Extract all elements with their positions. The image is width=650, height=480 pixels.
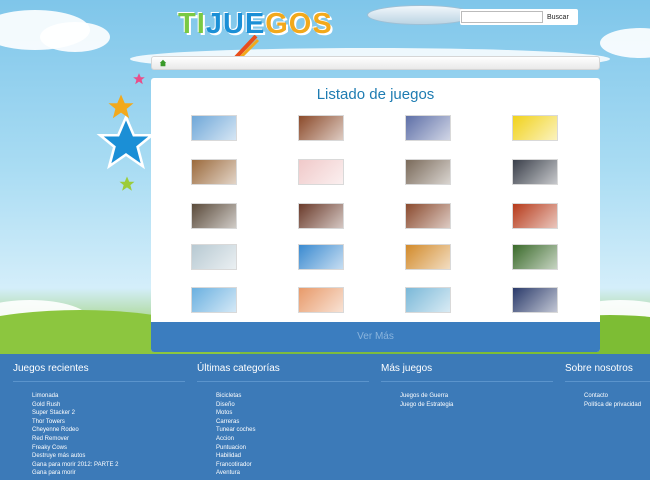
game-thumbnail[interactable] [405, 287, 451, 313]
game-thumbnail[interactable] [405, 203, 451, 229]
breadcrumb-bar [151, 56, 600, 70]
game-thumbnail[interactable] [191, 159, 237, 185]
game-thumbnail[interactable] [405, 159, 451, 185]
game-thumbnail[interactable] [191, 287, 237, 313]
footer-link[interactable]: Aventura [216, 469, 369, 478]
footer-link[interactable]: Contacto [584, 392, 650, 401]
search-box: Buscar [460, 9, 578, 25]
footer-link[interactable]: Diseño [216, 401, 369, 410]
footer-heading: Últimas categorías [197, 354, 369, 382]
star-decoration-icon [133, 73, 145, 85]
games-grid [191, 115, 561, 315]
footer-link[interactable]: Juego de Estrategia [400, 401, 553, 410]
game-thumbnail[interactable] [512, 287, 558, 313]
footer-link[interactable]: Habilidad [216, 452, 369, 461]
star-decoration-icon [108, 94, 134, 119]
star-decoration-icon [119, 176, 135, 191]
blimp-decoration-icon [367, 5, 475, 25]
footer-heading: Sobre nosotros [565, 354, 650, 382]
game-thumbnail[interactable] [298, 287, 344, 313]
game-thumbnail[interactable] [191, 115, 237, 141]
footer-link[interactable]: Puntuacion [216, 444, 369, 453]
game-thumbnail[interactable] [298, 115, 344, 141]
footer-link[interactable]: Motos [216, 409, 369, 418]
footer-link[interactable]: Limonada [32, 392, 185, 401]
footer-link[interactable]: Política de privacidad [584, 401, 650, 410]
footer-recent-games: Juegos recientes Limonada Gold Rush Super … [13, 354, 185, 478]
search-input[interactable] [461, 11, 543, 23]
footer-heading: Juegos recientes [13, 354, 185, 382]
site-logo[interactable]: TIJUEGOS [178, 8, 333, 41]
footer-link[interactable]: Francotirador [216, 461, 369, 470]
game-thumbnail[interactable] [191, 203, 237, 229]
game-thumbnail[interactable] [512, 159, 558, 185]
game-thumbnail[interactable] [512, 244, 558, 270]
footer-more-games: Más juegos Juegos de Guerra Juego de Estr… [381, 354, 553, 409]
game-thumbnail[interactable] [512, 203, 558, 229]
game-thumbnail[interactable] [191, 244, 237, 270]
footer-link[interactable]: Destruye más autos [32, 452, 185, 461]
game-thumbnail[interactable] [512, 115, 558, 141]
footer-link[interactable]: Red Remover [32, 435, 185, 444]
see-more-button[interactable]: Ver Más [151, 322, 600, 352]
footer-link[interactable]: Gana para morir [32, 469, 185, 478]
site-footer: Juegos recientes Limonada Gold Rush Super … [0, 354, 650, 480]
footer-link[interactable]: Thor Towers [32, 418, 185, 427]
footer-categories: Últimas categorías Bicicletas Diseño Motos… [197, 354, 369, 478]
search-button[interactable]: Buscar [543, 13, 569, 21]
footer-link[interactable]: Gana para morir 2012: PARTE 2 [32, 461, 185, 470]
footer-link[interactable]: Super Stacker 2 [32, 409, 185, 418]
footer-link[interactable]: Tunear coches [216, 426, 369, 435]
game-thumbnail[interactable] [298, 203, 344, 229]
footer-link[interactable]: Bicicletas [216, 392, 369, 401]
game-thumbnail[interactable] [298, 244, 344, 270]
game-thumbnail[interactable] [405, 115, 451, 141]
page-title: Listado de juegos [316, 86, 435, 103]
footer-link[interactable]: Accion [216, 435, 369, 444]
game-thumbnail[interactable] [405, 244, 451, 270]
footer-link[interactable]: Gold Rush [32, 401, 185, 410]
games-panel: Listado de juegos Ver Más [151, 78, 600, 352]
home-icon[interactable] [159, 59, 167, 67]
footer-link[interactable]: Cheyenne Rodeo [32, 426, 185, 435]
footer-link[interactable]: Carreras [216, 418, 369, 427]
footer-about: Sobre nosotros Contacto Política de priva… [565, 354, 650, 409]
footer-heading: Más juegos [381, 354, 553, 382]
game-thumbnail[interactable] [298, 159, 344, 185]
footer-link[interactable]: Juegos de Guerra [400, 392, 553, 401]
footer-link[interactable]: Freaky Cows [32, 444, 185, 453]
